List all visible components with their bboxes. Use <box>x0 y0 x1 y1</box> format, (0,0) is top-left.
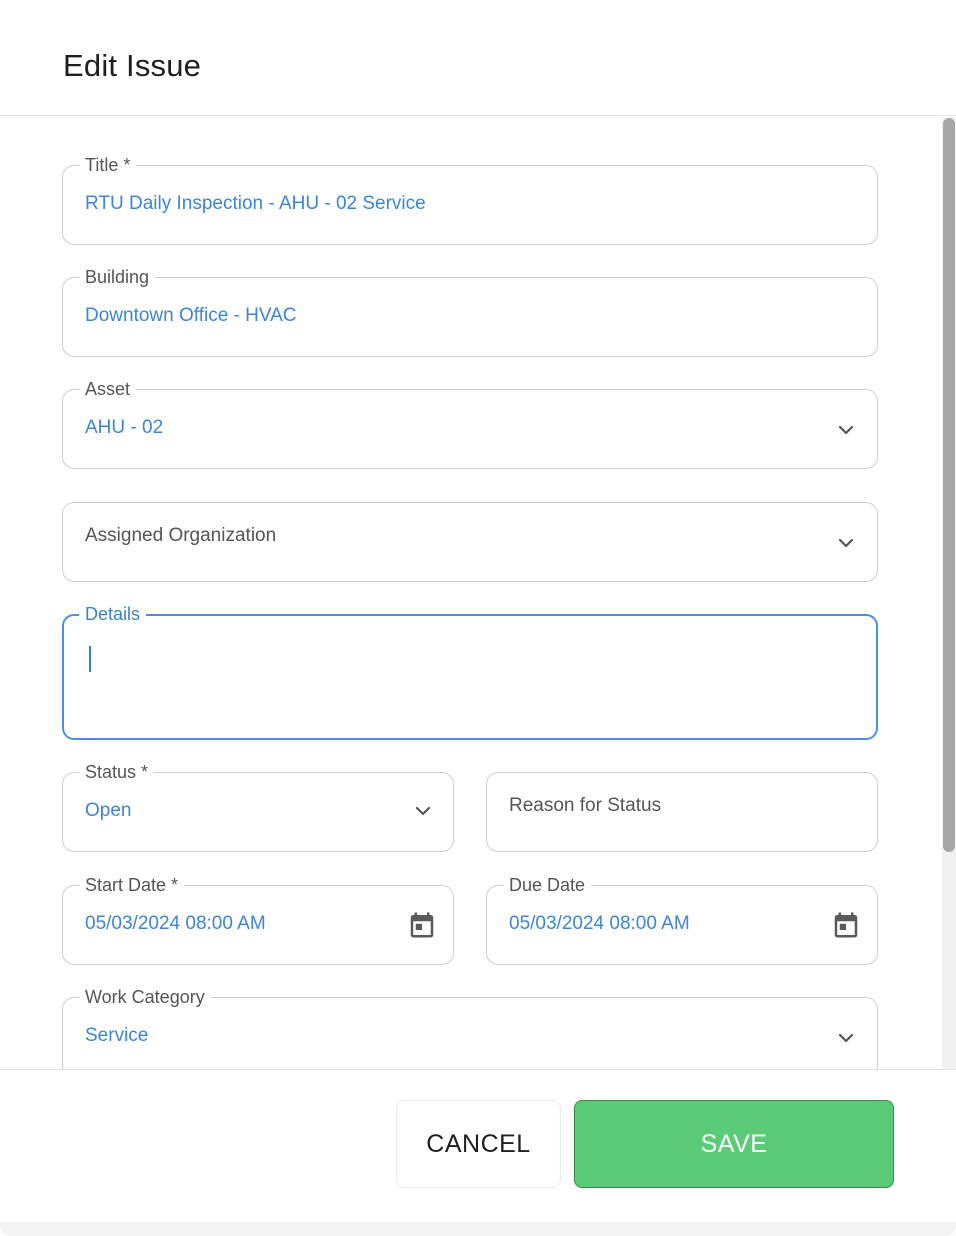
details-textarea[interactable]: Details <box>62 603 878 740</box>
dialog-bottom-edge <box>0 1222 956 1236</box>
chevron-down-icon[interactable] <box>836 420 856 440</box>
cancel-button[interactable]: CANCEL <box>396 1100 561 1188</box>
status-label: Status * <box>79 761 155 783</box>
work-category-label: Work Category <box>79 986 211 1008</box>
text-cursor <box>89 646 91 672</box>
title-field[interactable]: Title * RTU Daily Inspection - AHU - 02 … <box>62 154 878 245</box>
save-button[interactable]: SAVE <box>574 1100 894 1188</box>
due-date-field[interactable]: Due Date 05/03/2024 08:00 AM <box>486 874 878 965</box>
chevron-down-icon[interactable] <box>836 1028 856 1048</box>
start-date-label: Start Date * <box>79 874 185 896</box>
calendar-icon[interactable] <box>407 910 437 940</box>
work-category-value[interactable]: Service <box>85 1025 148 1047</box>
due-date-label: Due Date <box>503 874 592 896</box>
work-category-select[interactable]: Work Category Service <box>62 986 878 1069</box>
reason-for-status-field[interactable]: Reason for Status <box>486 772 878 852</box>
details-label: Details <box>79 603 147 625</box>
chevron-down-icon[interactable] <box>836 533 856 553</box>
building-label: Building <box>79 266 156 288</box>
asset-value[interactable]: AHU - 02 <box>85 417 163 439</box>
dialog-footer: CANCEL SAVE <box>0 1069 956 1236</box>
asset-label: Asset <box>79 378 137 400</box>
title-value[interactable]: RTU Daily Inspection - AHU - 02 Service <box>85 193 426 215</box>
scrollbar-thumb[interactable] <box>943 118 955 852</box>
status-value[interactable]: Open <box>85 800 131 822</box>
reason-for-status-placeholder: Reason for Status <box>509 795 662 816</box>
dialog-header: Edit Issue <box>0 0 956 116</box>
dialog-body: Title * RTU Daily Inspection - AHU - 02 … <box>0 117 956 1069</box>
edit-issue-dialog: Edit Issue Title * RTU Daily Inspection … <box>0 0 956 1236</box>
chevron-down-icon[interactable] <box>413 801 433 821</box>
start-date-value[interactable]: 05/03/2024 08:00 AM <box>85 913 266 935</box>
dialog-title: Edit Issue <box>63 48 202 83</box>
assigned-organization-select[interactable]: Assigned Organization <box>62 502 878 582</box>
building-value[interactable]: Downtown Office - HVAC <box>85 305 297 327</box>
assigned-organization-placeholder: Assigned Organization <box>85 525 277 546</box>
due-date-value[interactable]: 05/03/2024 08:00 AM <box>509 913 690 935</box>
building-field[interactable]: Building Downtown Office - HVAC <box>62 266 878 357</box>
status-select[interactable]: Status * Open <box>62 761 454 852</box>
start-date-field[interactable]: Start Date * 05/03/2024 08:00 AM <box>62 874 454 965</box>
calendar-icon[interactable] <box>831 910 861 940</box>
asset-select[interactable]: Asset AHU - 02 <box>62 378 878 469</box>
title-label: Title * <box>79 154 137 176</box>
